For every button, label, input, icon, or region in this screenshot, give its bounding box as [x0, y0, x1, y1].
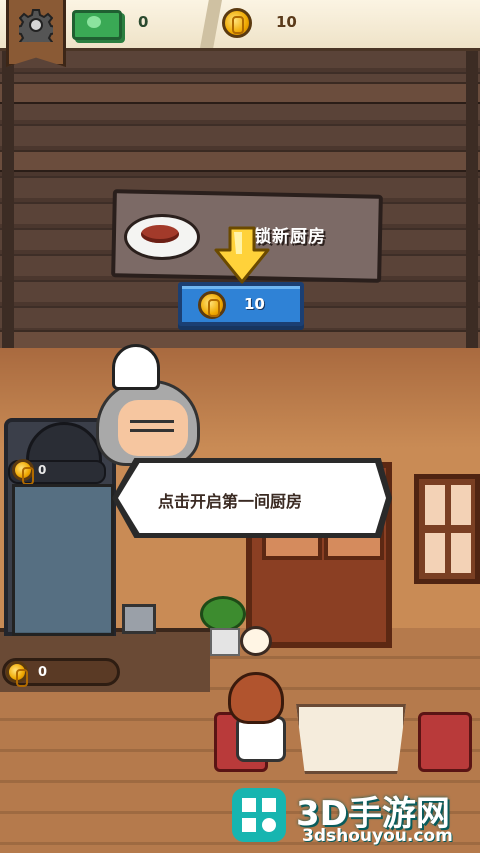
order-icon[interactable]	[240, 626, 272, 656]
settings-button[interactable]	[6, 0, 66, 67]
coin-icon	[198, 291, 226, 319]
wall-beam	[0, 150, 480, 172]
chair	[418, 712, 472, 772]
cabinet-glass	[12, 484, 114, 636]
gear-icon	[19, 9, 53, 42]
cash-value: 0	[138, 13, 149, 31]
wall-post	[2, 48, 14, 348]
watermark-url: 3dshouyou.com	[302, 826, 453, 846]
chef-avatar	[112, 344, 160, 390]
plant-pot	[210, 628, 240, 656]
meat-icon	[12, 459, 34, 485]
plant-icon	[200, 596, 246, 632]
coin-icon	[222, 8, 252, 38]
dining-table[interactable]	[296, 704, 406, 774]
computer-icon	[122, 604, 156, 634]
watermark-logo-icon	[232, 788, 286, 842]
cabinet-counter-value: 0	[38, 463, 47, 477]
cash-icon	[72, 10, 122, 40]
counter-coin-value: 0	[38, 665, 48, 680]
chef-eyes	[130, 420, 174, 432]
coin-icon	[6, 661, 28, 687]
wall-post	[466, 48, 478, 348]
tutorial-text: 点击开启第一间厨房	[158, 492, 303, 511]
plate-food-icon	[124, 214, 200, 260]
customer-avatar[interactable]	[228, 672, 284, 724]
restaurant-window	[414, 474, 480, 584]
wall-beam	[0, 82, 480, 104]
unlock-kitchen-button[interactable]: 10	[178, 282, 304, 326]
gold-value: 10	[276, 13, 297, 31]
unlock-cost: 10	[244, 295, 265, 313]
arrow-down-icon	[214, 226, 270, 284]
